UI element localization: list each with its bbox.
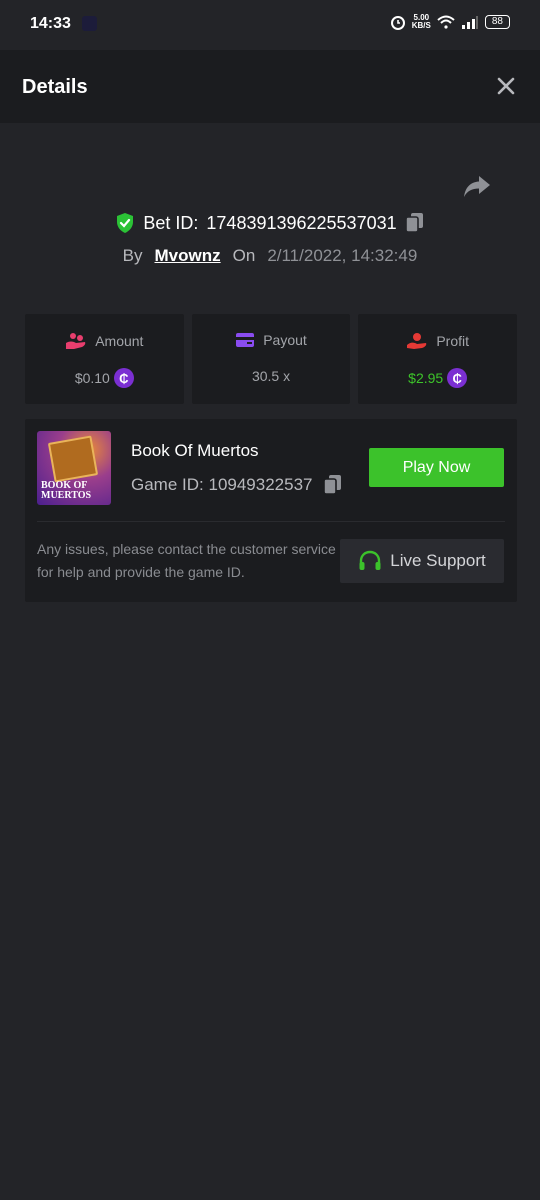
bet-stats: Amount $0.10 ₵ Payout 30.5 x Profit $2.9… xyxy=(25,314,518,404)
signal-icon xyxy=(461,15,478,29)
payout-card: Payout 30.5 x xyxy=(191,314,351,404)
profit-value: $2.95 xyxy=(408,370,444,386)
bet-date: 2/11/2022, 14:32:49 xyxy=(267,246,418,265)
bet-id-value: 1748391396225537031 xyxy=(206,212,397,233)
payout-value: 30.5 x xyxy=(251,368,291,384)
live-support-label: Live Support xyxy=(390,551,486,570)
coins-hand-icon xyxy=(66,333,86,349)
app-notification-icon xyxy=(82,16,97,31)
alarm-icon xyxy=(390,16,405,30)
book-artwork xyxy=(47,435,99,483)
battery-icon: 88 xyxy=(484,15,510,29)
username-link[interactable]: Mvownz xyxy=(155,246,221,266)
card-icon xyxy=(236,333,255,347)
coin-icon: ₵ xyxy=(113,368,134,388)
game-name: Book Of Muertos xyxy=(131,441,259,460)
status-bar: 14:33 5.00 KB/S 88 xyxy=(0,0,540,50)
game-id-value: 10949322537 xyxy=(208,475,313,494)
copy-icon[interactable] xyxy=(404,212,425,234)
profit-label: Profit xyxy=(436,333,470,349)
status-icons: 5.00 KB/S 88 xyxy=(390,14,510,30)
wifi-icon xyxy=(437,15,455,29)
amount-value: $0.10 xyxy=(74,370,110,386)
shield-check-icon xyxy=(117,213,134,233)
hand-coin-icon xyxy=(407,333,427,349)
amount-card: Amount $0.10 ₵ xyxy=(25,314,184,404)
copy-icon[interactable] xyxy=(322,474,343,496)
play-now-button[interactable]: Play Now xyxy=(369,448,504,487)
close-icon[interactable] xyxy=(494,74,518,98)
network-speed: 5.00 KB/S xyxy=(411,13,431,30)
game-card: BOOK OF MUERTOS Book Of Muertos Game ID:… xyxy=(25,419,517,602)
help-text: Any issues, please contact the customer … xyxy=(37,541,336,580)
share-icon[interactable] xyxy=(462,173,492,201)
game-id-label: Game ID: xyxy=(131,475,204,494)
page-title: Details xyxy=(22,76,88,98)
divider xyxy=(37,521,505,522)
on-label: On xyxy=(232,246,256,265)
bet-id-row: Bet ID: 1748391396225537031 xyxy=(0,212,540,239)
game-id-row: Game ID: 10949322537 xyxy=(131,474,343,496)
thumbnail-title: BOOK OF MUERTOS xyxy=(41,480,92,501)
coin-icon: ₵ xyxy=(447,368,468,388)
game-thumbnail[interactable]: BOOK OF MUERTOS xyxy=(37,431,111,505)
bet-meta-row: By Mvownz On 2/11/2022, 14:32:49 xyxy=(0,246,540,266)
payout-label: Payout xyxy=(263,332,307,348)
headset-icon xyxy=(359,550,381,570)
profit-card: Profit $2.95 ₵ xyxy=(358,314,518,404)
status-time: 14:33 xyxy=(30,15,71,32)
live-support-button[interactable]: Live Support xyxy=(340,539,504,583)
bet-id-label: Bet ID: xyxy=(143,212,199,233)
by-label: By xyxy=(122,246,143,265)
header: Details xyxy=(0,50,540,123)
amount-label: Amount xyxy=(95,333,144,349)
